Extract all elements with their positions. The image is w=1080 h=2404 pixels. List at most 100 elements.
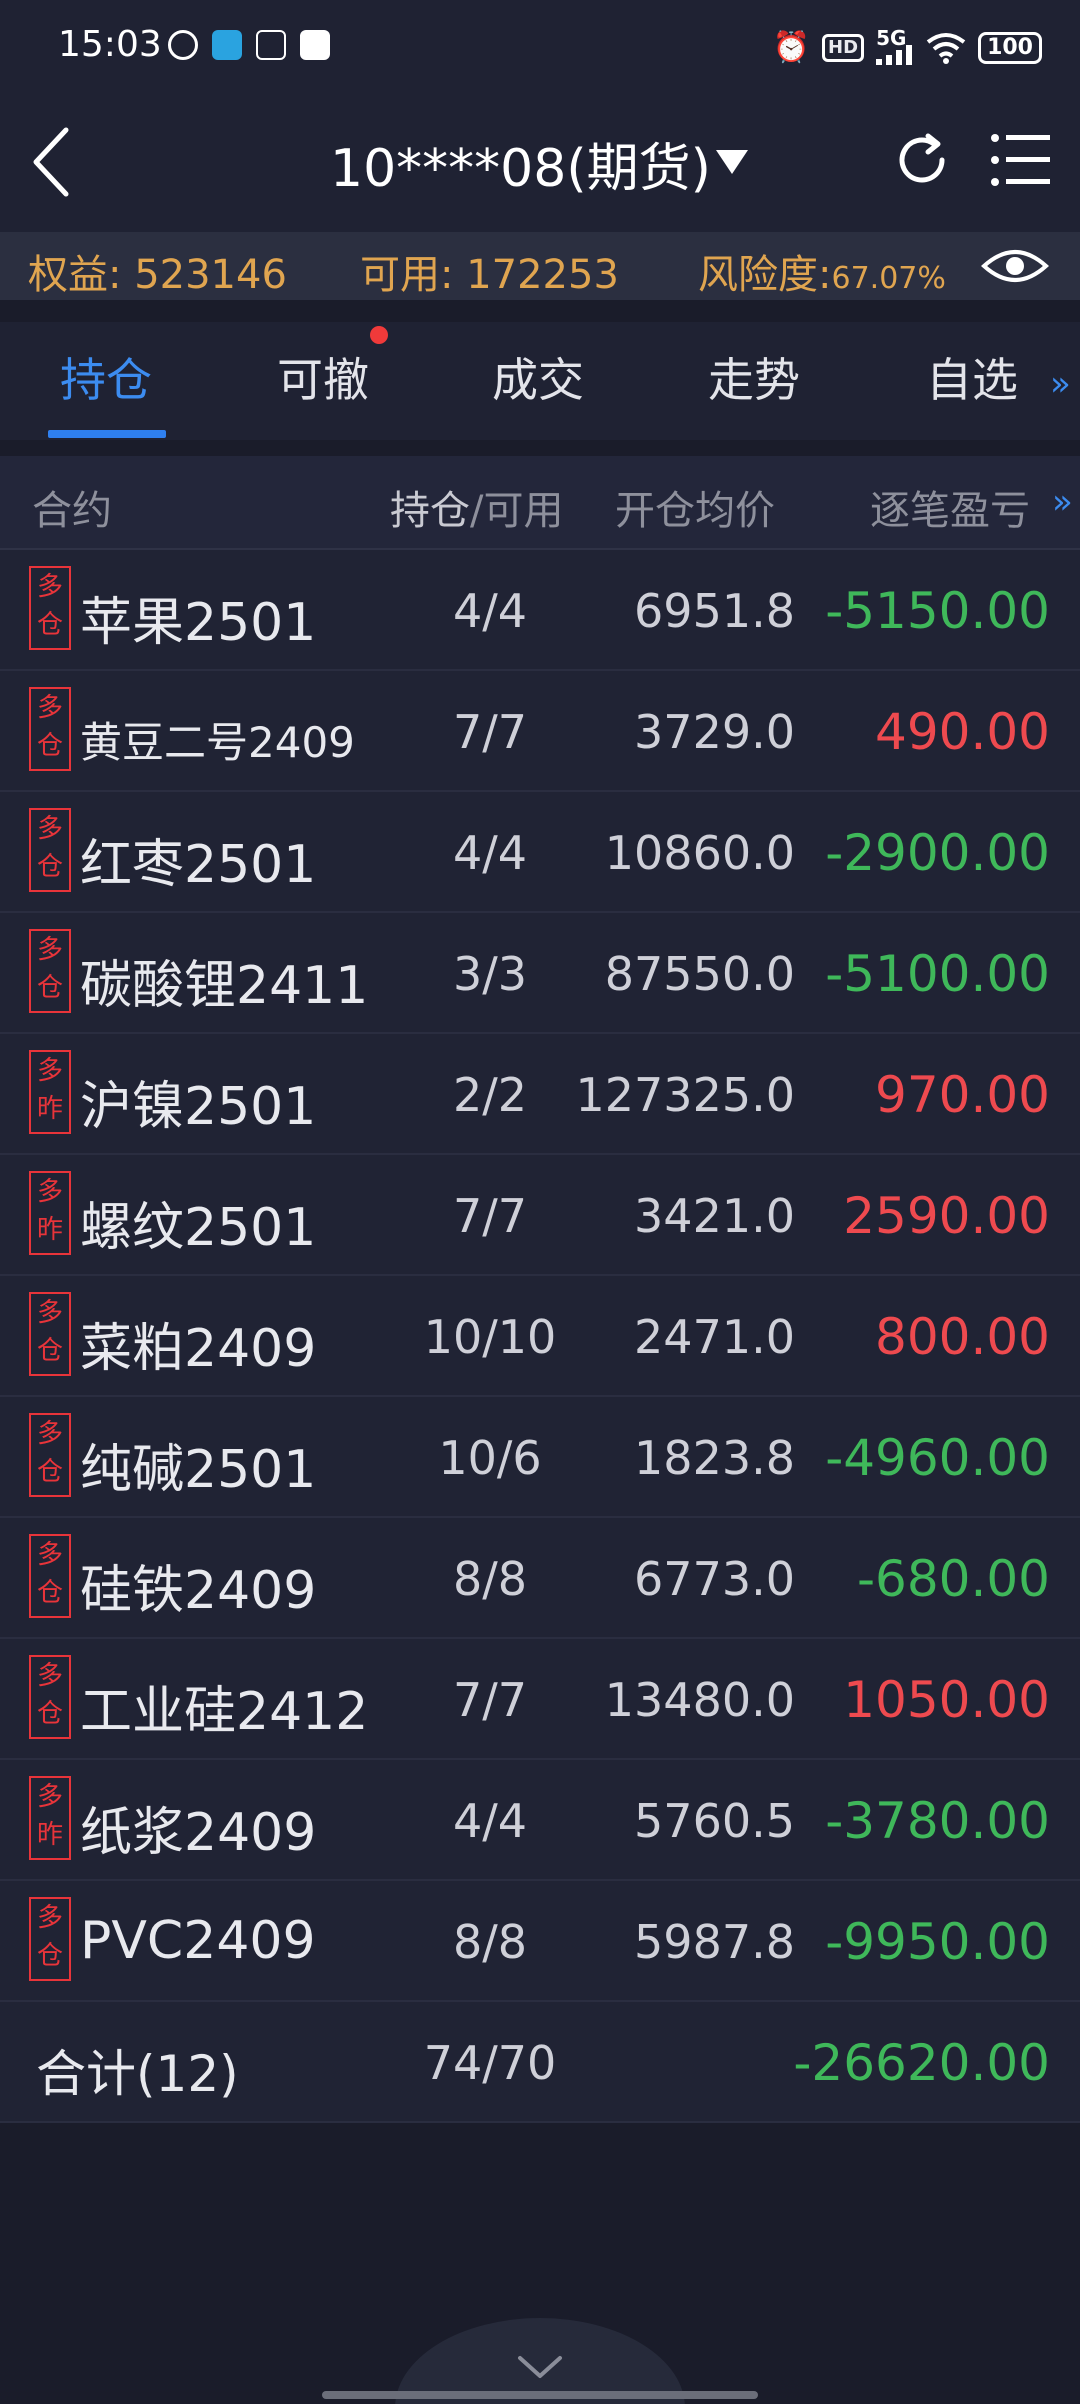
position-type-badge: 多昨: [29, 1171, 71, 1255]
tab-cancellable[interactable]: 可撤: [277, 344, 369, 410]
contract-name: 苹果2501: [80, 593, 317, 653]
contract-name: 黄豆二号2409: [80, 718, 355, 767]
risk-value: 67.07%: [831, 261, 946, 296]
badge-type: 仓: [36, 1457, 63, 1487]
available-funds: 可用: 172253: [360, 242, 619, 300]
badge-type: 仓: [36, 610, 63, 640]
badge-type: 仓: [36, 1699, 63, 1729]
position-type-badge: 多仓: [29, 1413, 71, 1497]
badge-type: 仓: [36, 852, 63, 882]
total-row: 合计(12) 74/70 -26620.00: [0, 2002, 1080, 2123]
total-label: 合计(12): [36, 2045, 239, 2103]
table-header: 合约 持仓/可用 开仓均价 逐笔盈亏 »: [0, 456, 1080, 550]
badge-direction: 多: [36, 935, 63, 965]
contract-name: 红枣2501: [80, 835, 317, 895]
risk-label: 风险度:: [698, 252, 832, 298]
account-selector[interactable]: 10****08(期货): [330, 126, 711, 201]
header-pnl: 逐笔盈亏: [870, 488, 1030, 534]
table-row[interactable]: 多昨纸浆2409 4/4 5760.5 -3780.00: [0, 1760, 1080, 1881]
status-bar: 15:03 ⏰ HD 5G 100: [0, 0, 1080, 96]
table-row[interactable]: 多仓苹果2501 4/4 6951.8 -5150.00: [0, 550, 1080, 671]
positions-screen: 15:03 ⏰ HD 5G 100 10****08(期货) 权益: 52314…: [0, 0, 1080, 2404]
contract-name: PVC2409: [80, 1911, 316, 1971]
table-row[interactable]: 多昨螺纹2501 7/7 3421.0 2590.00: [0, 1155, 1080, 1276]
pnl-value: -3780.00: [825, 1792, 1050, 1850]
dropdown-triangle-icon[interactable]: [714, 146, 750, 176]
back-chevron-icon[interactable]: [22, 122, 82, 202]
avg-open-price: 127325.0: [575, 1068, 796, 1122]
tab-positions[interactable]: 持仓: [60, 344, 152, 410]
position-type-badge: 多仓: [29, 1897, 71, 1981]
system-status: ⏰ HD 5G 100: [773, 28, 1042, 65]
pnl-value: 970.00: [875, 1066, 1050, 1124]
pnl-value: 490.00: [875, 703, 1050, 761]
tab-watchlist[interactable]: 自选: [926, 344, 1018, 410]
table-row[interactable]: 多仓碳酸锂2411 3/3 87550.0 -5100.00: [0, 913, 1080, 1034]
avg-open-price: 5760.5: [634, 1794, 795, 1848]
badge-type: 仓: [36, 1336, 63, 1366]
contract-name: 沪镍2501: [80, 1077, 317, 1137]
badge-direction: 多: [36, 1177, 63, 1207]
table-row[interactable]: 多仓黄豆二号2409 7/7 3729.0 490.00: [0, 671, 1080, 792]
status-time: 15:03: [58, 24, 162, 65]
tabs-more-icon[interactable]: »: [1050, 364, 1071, 404]
account-summary-bar: 权益: 523146 可用: 172253 风险度:67.07%: [0, 232, 1080, 300]
pnl-value: -5100.00: [825, 945, 1050, 1003]
avg-open-price: 87550.0: [604, 947, 795, 1001]
table-row[interactable]: 多仓纯碱2501 10/6 1823.8 -4960.00: [0, 1397, 1080, 1518]
contract-name: 硅铁2409: [80, 1561, 317, 1621]
badge-type: 仓: [36, 1578, 63, 1608]
position-type-badge: 多昨: [29, 1776, 71, 1860]
avg-open-price: 10860.0: [604, 826, 795, 880]
avg-open-price: 5987.8: [634, 1915, 795, 1969]
avg-open-price: 1823.8: [634, 1431, 795, 1485]
chart-app-icon: [256, 30, 286, 60]
notification-icons: [168, 30, 330, 60]
table-row[interactable]: 多仓工业硅2412 7/7 13480.0 1050.00: [0, 1639, 1080, 1760]
menu-list-icon[interactable]: [990, 132, 1050, 188]
header-avg-price: 开仓均价: [615, 488, 775, 534]
telegram-icon: [212, 30, 242, 60]
home-indicator[interactable]: [322, 2391, 758, 2399]
badge-direction: 多: [36, 1540, 63, 1570]
tab-trades[interactable]: 成交: [492, 344, 584, 410]
risk-level: 风险度:67.07%: [698, 242, 946, 300]
chevron-down-icon[interactable]: [516, 2352, 564, 2382]
positions-table: 多仓苹果2501 4/4 6951.8 -5150.00 多仓黄豆二号2409 7/7 37…: [0, 550, 1080, 2123]
badge-type: 仓: [36, 1941, 63, 1971]
position-type-badge: 多昨: [29, 1050, 71, 1134]
avg-open-price: 3729.0: [634, 705, 795, 759]
header-contract: 合约: [32, 488, 112, 534]
eye-icon[interactable]: [980, 242, 1050, 290]
badge-direction: 多: [36, 1782, 63, 1812]
equity-value: 523146: [134, 252, 287, 298]
position-type-badge: 多仓: [29, 929, 71, 1013]
badge-type: 昨: [36, 1820, 63, 1850]
header-available-label: /可用: [470, 488, 564, 534]
total-pnl: -26620.00: [793, 2034, 1050, 2092]
table-row[interactable]: 多仓菜粕2409 10/10 2471.0 800.00: [0, 1276, 1080, 1397]
avg-open-price: 3421.0: [634, 1189, 795, 1243]
tab-trend[interactable]: 走势: [708, 344, 800, 410]
signal-icon: 5G: [876, 28, 914, 65]
app-header: 10****08(期货): [0, 96, 1080, 232]
position-type-badge: 多仓: [29, 1534, 71, 1618]
badge-type: 仓: [36, 973, 63, 1003]
table-row[interactable]: 多仓 PVC2409 8/8 5987.8 -9950.00: [0, 1881, 1080, 2002]
header-position-label: 持仓: [390, 488, 470, 534]
contract-name: 纸浆2409: [80, 1803, 317, 1863]
avg-open-price: 6773.0: [634, 1552, 795, 1606]
position-type-badge: 多仓: [29, 687, 71, 771]
pnl-value: 1050.00: [843, 1671, 1050, 1729]
columns-more-icon[interactable]: »: [1052, 482, 1073, 522]
refresh-icon[interactable]: [892, 130, 952, 190]
map-app-icon: [300, 30, 330, 60]
tab-bar: 持仓 可撤 成交 走势 自选 »: [0, 322, 1080, 440]
badge-type: 仓: [36, 731, 63, 761]
active-tab-indicator: [48, 430, 166, 438]
table-row[interactable]: 多仓硅铁2409 8/8 6773.0 -680.00: [0, 1518, 1080, 1639]
position-type-badge: 多仓: [29, 566, 71, 650]
app-notification-icon: [168, 30, 198, 60]
table-row[interactable]: 多仓红枣2501 4/4 10860.0 -2900.00: [0, 792, 1080, 913]
table-row[interactable]: 多昨沪镍2501 2/2 127325.0 970.00: [0, 1034, 1080, 1155]
